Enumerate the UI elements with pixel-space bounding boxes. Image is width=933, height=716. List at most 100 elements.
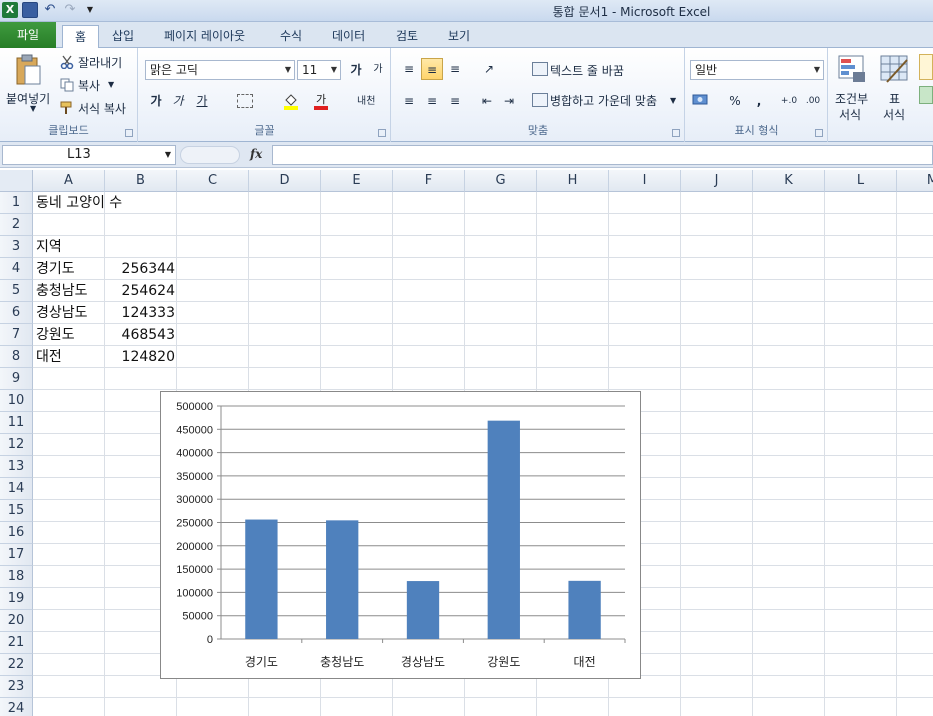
- column-header-j[interactable]: J: [681, 170, 753, 192]
- align-right-icon[interactable]: ≡: [444, 90, 466, 112]
- insert-function-icon[interactable]: fx: [250, 147, 262, 161]
- row-header-20[interactable]: 20: [0, 610, 33, 632]
- format-as-table-button[interactable]: 표: [889, 90, 900, 107]
- border-icon[interactable]: [237, 94, 253, 108]
- row-header-16[interactable]: 16: [0, 522, 33, 544]
- column-header-k[interactable]: K: [753, 170, 825, 192]
- column-header-a[interactable]: A: [33, 170, 105, 192]
- tab-page-layout[interactable]: 페이지 레이아웃: [152, 25, 257, 48]
- copy-button[interactable]: 복사: [78, 77, 100, 94]
- tab-formulas[interactable]: 수식: [268, 25, 314, 48]
- grow-font-button[interactable]: 가: [345, 59, 367, 81]
- align-bottom-icon[interactable]: ≡: [444, 58, 466, 80]
- cell-count[interactable]: 254624: [106, 280, 175, 302]
- row-header-7[interactable]: 7: [0, 324, 33, 346]
- name-box[interactable]: L13 ▼: [2, 145, 176, 165]
- row-header-2[interactable]: 2: [0, 214, 33, 236]
- tab-file[interactable]: 파일: [0, 22, 56, 48]
- shrink-font-button[interactable]: 가: [367, 59, 389, 81]
- row-header-13[interactable]: 13: [0, 456, 33, 478]
- row-header-1[interactable]: 1: [0, 192, 33, 214]
- tab-data[interactable]: 데이터: [320, 25, 377, 48]
- row-header-17[interactable]: 17: [0, 544, 33, 566]
- row-header-14[interactable]: 14: [0, 478, 33, 500]
- row-header-18[interactable]: 18: [0, 566, 33, 588]
- align-middle-icon[interactable]: ≡: [421, 58, 443, 80]
- cell-region[interactable]: 충청남도: [36, 280, 88, 302]
- column-header-e[interactable]: E: [321, 170, 393, 192]
- row-header-19[interactable]: 19: [0, 588, 33, 610]
- row-header-6[interactable]: 6: [0, 302, 33, 324]
- spreadsheet-grid[interactable]: 24 23 22 21 20 19 18 17 16 15 14 13 12 11 10 9 8 7 6 5 4 3 2 1 M…: [0, 170, 933, 716]
- align-left-icon[interactable]: ≡: [398, 90, 420, 112]
- embedded-chart[interactable]: 0 50000 100000 150000 200000 250000 300000 3500…: [160, 391, 641, 679]
- merge-center-button[interactable]: 병합하고 가운데 맞춤: [550, 92, 657, 109]
- align-center-icon[interactable]: ≡: [421, 90, 443, 112]
- increase-decimal-button[interactable]: +.0: [778, 90, 800, 112]
- column-header-d[interactable]: D: [249, 170, 321, 192]
- row-header-23[interactable]: 23: [0, 676, 33, 698]
- cell-region[interactable]: 강원도: [36, 324, 75, 346]
- row-header-22[interactable]: 22: [0, 654, 33, 676]
- format-painter-button[interactable]: 서식 복사: [78, 100, 126, 117]
- column-header-l[interactable]: L: [825, 170, 897, 192]
- phonetic-button[interactable]: 내천: [357, 92, 375, 107]
- tab-view[interactable]: 보기: [436, 25, 482, 48]
- paste-dropdown-icon[interactable]: ▼: [30, 104, 36, 113]
- row-header-3[interactable]: 3: [0, 236, 33, 258]
- currency-icon[interactable]: [692, 92, 710, 108]
- paste-button[interactable]: 붙여넣기: [6, 90, 50, 107]
- cell-count[interactable]: 468543: [106, 324, 175, 346]
- cell-count[interactable]: 124820: [106, 346, 175, 368]
- select-all-corner[interactable]: [0, 170, 33, 192]
- font-size-select[interactable]: 11 ▼: [297, 60, 341, 80]
- number-format-select[interactable]: 일반 ▼: [690, 60, 824, 80]
- decrease-indent-icon[interactable]: ⇤: [476, 90, 498, 112]
- row-header-21[interactable]: 21: [0, 632, 33, 654]
- row-header-9[interactable]: 9: [0, 368, 33, 390]
- column-header-i[interactable]: I: [609, 170, 681, 192]
- font-color-icon[interactable]: 가: [313, 92, 329, 110]
- column-header-b[interactable]: B: [105, 170, 177, 192]
- formula-input[interactable]: [272, 145, 933, 165]
- clipboard-launcher-icon[interactable]: [125, 129, 133, 137]
- column-header-g[interactable]: G: [465, 170, 537, 192]
- cell-a3[interactable]: 지역: [36, 236, 62, 258]
- font-name-select[interactable]: 맑은 고딕 ▼: [145, 60, 295, 80]
- cell-a1[interactable]: 동네 고양이 수: [36, 192, 122, 214]
- paste-icon[interactable]: [14, 54, 42, 86]
- column-header-h[interactable]: H: [537, 170, 609, 192]
- merge-dropdown-icon[interactable]: ▼: [670, 96, 676, 105]
- row-header-4[interactable]: 4: [0, 258, 33, 280]
- cut-button[interactable]: 잘라내기: [78, 54, 122, 71]
- number-launcher-icon[interactable]: [815, 129, 823, 137]
- row-header-8[interactable]: 8: [0, 346, 33, 368]
- cell-count[interactable]: 256344: [106, 258, 175, 280]
- conditional-formatting-icon[interactable]: [837, 54, 867, 84]
- fill-color-icon[interactable]: [283, 92, 299, 110]
- cell-styles-icon[interactable]: [919, 54, 933, 80]
- bold-button[interactable]: 가: [145, 90, 167, 112]
- format-as-table-icon[interactable]: [879, 54, 909, 84]
- row-header-5[interactable]: 5: [0, 280, 33, 302]
- cell-style-good-icon[interactable]: [919, 86, 933, 104]
- cell-region[interactable]: 경상남도: [36, 302, 88, 324]
- orientation-icon[interactable]: ↗: [478, 58, 500, 80]
- underline-button[interactable]: 가: [191, 90, 213, 112]
- row-header-11[interactable]: 11: [0, 412, 33, 434]
- column-header-f[interactable]: F: [393, 170, 465, 192]
- percent-button[interactable]: %: [724, 90, 746, 112]
- italic-button[interactable]: 가: [167, 90, 189, 112]
- align-top-icon[interactable]: ≡: [398, 58, 420, 80]
- comma-button[interactable]: ,: [748, 90, 770, 112]
- column-header-m[interactable]: M: [897, 170, 933, 192]
- tab-review[interactable]: 검토: [384, 25, 430, 48]
- row-header-10[interactable]: 10: [0, 390, 33, 412]
- increase-indent-icon[interactable]: ⇥: [498, 90, 520, 112]
- font-launcher-icon[interactable]: [378, 129, 386, 137]
- row-header-12[interactable]: 12: [0, 434, 33, 456]
- tab-home[interactable]: 홈: [62, 25, 100, 49]
- copy-dropdown-icon[interactable]: ▼: [108, 80, 114, 89]
- alignment-launcher-icon[interactable]: [672, 129, 680, 137]
- wrap-text-button[interactable]: 텍스트 줄 바꿈: [550, 62, 624, 79]
